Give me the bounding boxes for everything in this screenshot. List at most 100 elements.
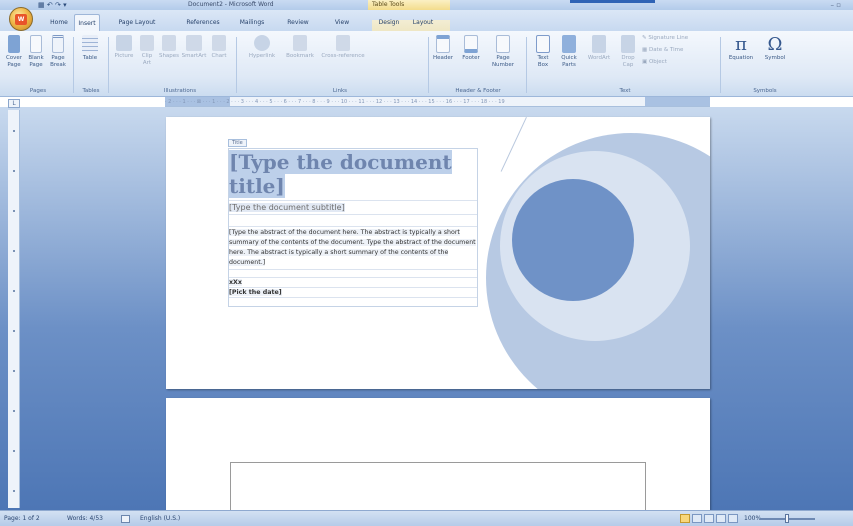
draft-view-button[interactable] [728,514,738,523]
smartart-icon [186,35,202,51]
group-separator [236,37,237,93]
cover-page[interactable]: Title [Type the document title] [Type th… [166,117,710,389]
smartart-button[interactable]: SmartArt [180,35,208,60]
tab-references[interactable]: References [184,14,222,31]
ruler-tick [13,250,15,252]
outline-view-button[interactable] [716,514,726,523]
status-bar: Page: 1 of 2 Words: 4/53 English (U.S.) … [0,510,853,526]
ruler-tick [13,410,15,412]
author-field[interactable]: xXx [229,278,477,288]
text-box-button[interactable]: Text Box [532,35,554,69]
window-controls[interactable]: – ▫ [831,0,841,10]
page-2-frame[interactable] [230,462,646,510]
abstract-field[interactable]: [Type the abstract of the document here.… [229,227,477,270]
chart-icon [212,35,226,51]
title-bar: ▦ ↶ ↷ ▾ Document2 - Microsoft Word Table… [0,0,853,10]
text-box-icon [536,35,550,53]
undo-icon[interactable]: ↶ [47,1,53,9]
zoom-level[interactable]: 100% [744,511,761,526]
wordart-button[interactable]: WordArt [584,35,614,62]
tab-view[interactable]: View [332,14,352,31]
content-control-tag[interactable]: Title [228,139,247,147]
blank-page-icon [30,35,42,53]
picture-button[interactable]: Picture [112,35,136,60]
signature-line-button[interactable]: ✎ Signature Line [642,35,702,42]
table-button[interactable]: Table [78,35,102,62]
save-icon[interactable]: ▦ [38,1,45,9]
calendar-icon: ▦ [642,47,649,53]
cover-page-icon [8,35,20,53]
tab-review[interactable]: Review [285,14,311,31]
footer-button[interactable]: Footer [458,35,484,62]
cover-circle-inner [512,179,634,301]
web-layout-view-button[interactable] [704,514,714,523]
header-icon [436,35,450,53]
document-title-field[interactable]: [Type the document title] [229,149,477,201]
tab-mailings[interactable]: Mailings [238,14,266,31]
equation-button[interactable]: π Equation [724,35,758,62]
tab-design[interactable]: Design [376,14,402,31]
print-layout-view-button[interactable] [680,514,690,523]
table-row[interactable] [229,298,477,306]
cover-decoration-line [500,117,527,172]
tab-selector[interactable]: L [8,99,20,108]
tab-home[interactable]: Home [46,14,72,31]
group-separator [108,37,109,93]
symbol-button[interactable]: Ω Symbol [760,35,790,62]
table-row[interactable] [229,270,477,278]
quick-parts-button[interactable]: Quick Parts [556,35,582,69]
horizontal-ruler[interactable]: · 2 · · · 1 · · · ⊠ · · · 1 · · · 2 · · … [165,97,710,107]
ribbon-insert: Cover Page Blank Page Page Break Pages T… [0,31,853,97]
table-row[interactable] [229,215,477,227]
ruler-right-margin [645,97,710,106]
ribbon-tabs: Home Insert Page Layout References Maili… [0,10,853,41]
spelling-status-icon[interactable] [121,511,130,526]
document-title-text: [Type the document title] [229,150,452,198]
document-subtitle-field[interactable]: [Type the document subtitle] [229,201,477,215]
group-label-links: Links [332,88,348,94]
blank-page-button[interactable]: Blank Page [25,35,47,69]
word-count[interactable]: Words: 4/53 [67,511,103,526]
group-separator [73,37,74,93]
date-time-button[interactable]: ▦ Date & Time [642,47,702,54]
language-indicator[interactable]: English (U.S.) [140,511,180,526]
cross-reference-button[interactable]: Cross-reference [320,35,366,60]
bookmark-button[interactable]: Bookmark [282,35,318,60]
vertical-ruler[interactable] [8,110,20,508]
clip-art-button[interactable]: Clip Art [138,35,156,67]
object-button[interactable]: ▣ Object [642,59,702,66]
contextual-tab-title: Table Tools [368,0,450,10]
chart-button[interactable]: Chart [208,35,230,60]
table-icon [82,35,98,53]
zoom-slider-thumb[interactable] [785,514,789,523]
cover-page-button[interactable]: Cover Page [3,35,25,69]
group-label-illustrations: Illustrations [163,88,197,94]
shapes-button[interactable]: Shapes [158,35,180,60]
ruler-tick [13,130,15,132]
tab-page-layout[interactable]: Page Layout [118,14,156,31]
ruler-tick [13,490,15,492]
tab-insert[interactable]: Insert [74,14,100,31]
redo-icon[interactable]: ↷ [55,1,61,9]
document-page-2[interactable] [166,398,710,510]
drop-cap-icon [621,35,635,53]
header-button[interactable]: Header [430,35,456,62]
quick-access-toolbar[interactable]: ▦ ↶ ↷ ▾ [38,0,67,10]
date-picker-field[interactable]: [Pick the date] [229,288,477,298]
hyperlink-button[interactable]: Hyperlink [244,35,280,60]
page-count[interactable]: Page: 1 of 2 [4,511,40,526]
group-separator [428,37,429,93]
author-text: xXx [229,279,242,286]
omega-icon: Ω [767,34,783,55]
page-break-button[interactable]: Page Break [47,35,69,69]
drop-cap-button[interactable]: Drop Cap [616,35,640,69]
abstract-text: [Type the abstract of the document here.… [229,229,476,266]
full-screen-reading-view-button[interactable] [692,514,702,523]
footer-icon [464,35,478,53]
customize-quick-access-icon[interactable]: ▾ [63,1,67,9]
office-button[interactable]: W [9,7,33,31]
pi-icon: π [735,34,747,55]
page-number-button[interactable]: Page Number [488,35,518,69]
hyperlink-icon [254,35,270,51]
tab-layout[interactable]: Layout [410,14,436,31]
